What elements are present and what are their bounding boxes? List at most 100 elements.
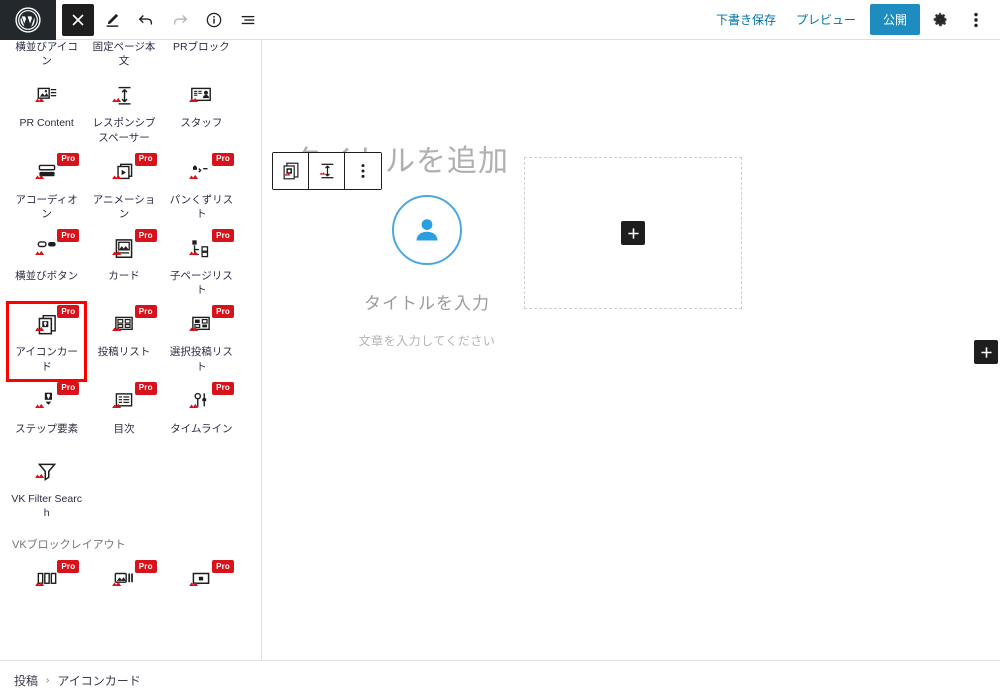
icon-card-block[interactable]: タイトルを入力 文章を入力してください xyxy=(312,195,542,349)
close-inserter-button[interactable] xyxy=(62,3,94,36)
pro-badge: Pro xyxy=(212,381,234,395)
block-item-box-icon[interactable]: Pro xyxy=(163,558,240,606)
pro-badge: Pro xyxy=(57,229,80,243)
details-button[interactable] xyxy=(198,4,230,36)
block-item-table-of-contents-icon[interactable]: Pro 目次 xyxy=(85,380,162,450)
block-item-label: レスポンシブスペーサー xyxy=(92,117,156,144)
add-block-button[interactable] xyxy=(621,221,645,245)
breadcrumb-item-current[interactable]: アイコンカード xyxy=(57,672,140,689)
inserter-section-title: VKブロックレイアウト xyxy=(12,539,126,552)
list-view-button[interactable] xyxy=(232,4,264,36)
pr-content-icon xyxy=(33,82,61,110)
gear-icon[interactable] xyxy=(924,4,956,36)
plus-icon xyxy=(627,227,639,239)
block-item-label: アニメーション xyxy=(92,193,156,220)
block-item-responsive-spacer-icon[interactable]: レスポンシブスペーサー xyxy=(85,74,162,150)
person-icon xyxy=(416,219,438,241)
icon-card-title-placeholder[interactable]: タイトルを入力 xyxy=(364,289,490,314)
block-options-button[interactable] xyxy=(345,153,381,189)
block-spacer-button[interactable] xyxy=(309,153,345,189)
block-item-label: アコーディオン xyxy=(15,193,78,220)
pro-badge: Pro xyxy=(212,560,234,574)
editor-tools-group xyxy=(62,3,264,36)
preview-button[interactable]: プレビュー xyxy=(786,5,866,34)
block-item-label: 目次 xyxy=(113,422,135,435)
plus-icon xyxy=(980,346,992,358)
undo-button[interactable] xyxy=(130,4,162,36)
pro-badge: Pro xyxy=(57,152,80,166)
append-block-button[interactable] xyxy=(974,340,998,364)
block-item-label: スタッフ xyxy=(180,117,223,130)
block-inserter-panel[interactable]: 横並びアイコン 固定ページ本文 PRブロック PR Content レスポンシブスペーサ… xyxy=(0,40,262,660)
pro-badge: Pro xyxy=(57,560,80,574)
block-item-label: 横並びアイコン xyxy=(15,41,78,68)
pro-badge: Pro xyxy=(134,305,157,319)
block-item-label: カード xyxy=(108,270,140,283)
block-item-label: 投稿リスト xyxy=(97,346,151,359)
block-item-pr-block-icon[interactable]: PRブロック xyxy=(163,40,240,74)
block-inserter-scroll-area: 横並びアイコン 固定ページ本文 PRブロック PR Content レスポンシブスペーサ… xyxy=(0,40,248,606)
icon-card-body-placeholder[interactable]: 文章を入力してください xyxy=(359,332,496,349)
empty-block-placeholder[interactable] xyxy=(524,157,742,309)
breadcrumb: 投稿 › アイコンカード xyxy=(0,660,1000,700)
editor-top-bar: 下書き保存 プレビュー 公開 xyxy=(0,0,1000,40)
breadcrumb-item-post[interactable]: 投稿 xyxy=(14,672,38,689)
pro-badge: Pro xyxy=(57,381,80,395)
more-vertical-icon[interactable] xyxy=(960,4,992,36)
filter-search-icon xyxy=(33,458,61,486)
pro-badge: Pro xyxy=(212,229,234,243)
editor-canvas[interactable]: タイトルを追加 タイトルを入力 文章を入力してください xyxy=(262,40,1000,660)
block-item-label: 選択投稿リスト xyxy=(169,346,233,373)
breadcrumb-separator-icon: › xyxy=(46,675,50,686)
block-item-post-list-icon[interactable]: Pro 投稿リスト xyxy=(85,303,162,379)
block-item-page-content-icon[interactable]: 固定ページ本文 xyxy=(85,40,162,74)
block-item-timeline-icon[interactable]: Pro タイムライン xyxy=(163,380,240,450)
post-list-icon xyxy=(110,311,138,339)
block-item-label: アイコンカード xyxy=(15,346,78,373)
save-draft-button[interactable]: 下書き保存 xyxy=(706,5,786,34)
block-item-animation-icon[interactable]: Pro アニメーション xyxy=(85,151,162,227)
block-item-label: タイムライン xyxy=(170,422,233,435)
block-item-label: 横並びボタン xyxy=(15,270,79,283)
redo-button[interactable] xyxy=(164,4,196,36)
block-type-icon-card-button[interactable] xyxy=(273,153,309,189)
pro-badge: Pro xyxy=(134,381,157,395)
block-item-pr-content-icon[interactable]: PR Content xyxy=(8,74,85,150)
pro-badge: Pro xyxy=(212,305,234,319)
block-item-inline-buttons-icon[interactable]: Pro 横並びボタン xyxy=(8,227,85,303)
block-item-staff-icon[interactable]: スタッフ xyxy=(163,74,240,150)
pro-badge: Pro xyxy=(212,152,234,166)
wordpress-logo[interactable] xyxy=(0,0,56,40)
media-text-icon xyxy=(110,566,138,594)
block-item-label: 固定ページ本文 xyxy=(92,41,156,68)
card-icon xyxy=(110,235,138,263)
pro-badge: Pro xyxy=(134,229,157,243)
block-toolbar xyxy=(272,152,382,190)
animation-icon xyxy=(110,159,138,187)
staff-icon xyxy=(187,82,215,110)
block-item-accordion-icon[interactable]: Pro アコーディオン xyxy=(8,151,85,227)
publish-button[interactable]: 公開 xyxy=(869,4,920,35)
block-item-label: PR Content xyxy=(19,117,74,130)
block-item-filter-search-icon[interactable]: VK Filter Search xyxy=(8,450,85,526)
block-item-media-text-icon[interactable]: Pro xyxy=(85,558,162,606)
block-item-icon-card-icon[interactable]: Pro アイコンカード xyxy=(5,301,88,382)
block-item-breadcrumb-icon[interactable]: Pro パンくずリスト xyxy=(163,151,240,227)
block-item-selected-post-list-icon[interactable]: Pro 選択投稿リスト xyxy=(163,303,240,379)
edit-tool-button[interactable] xyxy=(96,4,128,36)
block-item-label: PRブロック xyxy=(173,41,230,53)
pro-badge: Pro xyxy=(134,152,157,166)
block-item-card-icon[interactable]: Pro カード xyxy=(85,227,162,303)
block-item-label: VK Filter Search xyxy=(11,492,82,519)
block-item-label: 子ページリスト xyxy=(169,270,233,297)
block-item-label: パンくずリスト xyxy=(169,193,234,220)
icon-card-circle xyxy=(392,195,462,265)
block-grid: 横並びアイコン 固定ページ本文 PRブロック PR Content レスポンシブスペーサ… xyxy=(5,40,240,606)
pro-badge: Pro xyxy=(57,305,80,319)
block-item-step-icon[interactable]: Pro ステップ要素 xyxy=(8,380,85,450)
table-of-contents-icon xyxy=(110,388,138,416)
block-item-inline-icons-icon[interactable]: 横並びアイコン xyxy=(8,40,85,74)
block-item-columns-icon[interactable]: Pro xyxy=(8,558,85,606)
block-item-child-page-list-icon[interactable]: Pro 子ページリスト xyxy=(163,227,240,303)
responsive-spacer-icon xyxy=(110,82,138,110)
